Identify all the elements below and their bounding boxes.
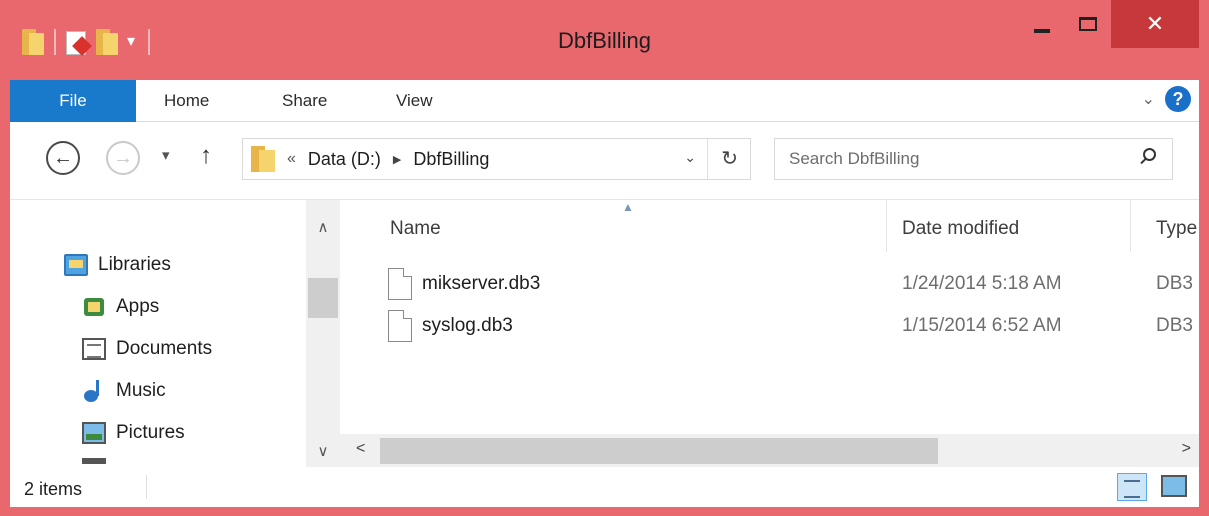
- file-date: 1/15/2014 6:52 AM: [902, 315, 1062, 336]
- nav-scrollbar[interactable]: ∧ ∨: [306, 200, 340, 467]
- nav-item-label: Libraries: [98, 254, 171, 275]
- up-button[interactable]: ↑: [200, 142, 212, 170]
- column-divider[interactable]: [1130, 200, 1131, 252]
- file-list: ▲ Name Date modified Type mikserver.db3 …: [340, 200, 1199, 467]
- pictures-icon: [82, 422, 106, 444]
- back-button[interactable]: ←: [46, 141, 80, 175]
- column-divider[interactable]: [886, 200, 887, 252]
- ribbon-right: ⌄ ?: [1142, 86, 1191, 112]
- documents-icon: [82, 338, 106, 360]
- search-icon[interactable]: [1138, 148, 1158, 168]
- close-icon: ✕: [1145, 11, 1165, 36]
- search-box[interactable]: Search DbfBilling: [774, 138, 1173, 180]
- nav-item-apps[interactable]: Apps: [82, 296, 159, 318]
- nav-item-libraries[interactable]: Libraries: [64, 254, 171, 276]
- minimize-icon: [1034, 29, 1050, 33]
- hscroll-thumb[interactable]: [380, 438, 938, 464]
- scroll-up-icon[interactable]: ∧: [306, 218, 340, 236]
- file-type: DB3 File: [1156, 315, 1199, 336]
- window-controls: ✕: [1019, 0, 1209, 48]
- forward-button[interactable]: →: [106, 141, 140, 175]
- address-dropdown-icon[interactable]: ⌄: [684, 149, 696, 166]
- forward-arrow-icon: →: [113, 146, 133, 169]
- minimize-button[interactable]: [1019, 0, 1065, 48]
- tab-file[interactable]: File: [10, 80, 136, 122]
- recent-locations-icon[interactable]: ▾: [162, 146, 170, 164]
- file-icon: [388, 310, 412, 342]
- breadcrumb-data-drive[interactable]: Data (D:): [308, 149, 381, 170]
- content-area: Libraries Apps Documents Music Pictures …: [10, 200, 1199, 467]
- sort-ascending-icon: ▲: [622, 200, 634, 214]
- file-date: 1/24/2014 5:18 AM: [902, 273, 1062, 294]
- navigation-pane: Libraries Apps Documents Music Pictures …: [10, 200, 340, 467]
- nav-item-pictures[interactable]: Pictures: [82, 422, 185, 444]
- file-icon: [388, 268, 412, 300]
- address-divider: [707, 139, 708, 179]
- libraries-icon: [64, 254, 88, 276]
- music-icon: [82, 380, 106, 402]
- navigation-bar: ← → ▾ ↑ « Data (D:) ▶ DbfBilling ⌄ ↻ Sea…: [10, 122, 1199, 200]
- file-row[interactable]: syslog.db3 1/15/2014 6:52 AM DB3 File: [388, 310, 1199, 346]
- breadcrumb-overflow[interactable]: «: [287, 150, 296, 168]
- file-name: syslog.db3: [422, 315, 513, 336]
- search-input[interactable]: Search DbfBilling: [789, 149, 919, 169]
- file-list-hscrollbar[interactable]: < >: [340, 434, 1199, 467]
- item-count: 2 items: [24, 479, 83, 499]
- nav-item-label: Pictures: [116, 422, 185, 443]
- refresh-icon[interactable]: ↻: [721, 146, 738, 171]
- nav-item-music[interactable]: Music: [82, 380, 166, 402]
- close-button[interactable]: ✕: [1111, 0, 1199, 48]
- help-icon[interactable]: ?: [1165, 86, 1191, 112]
- tab-share[interactable]: Share: [282, 80, 327, 122]
- status-divider: [146, 475, 147, 499]
- file-type: DB3 File: [1156, 273, 1199, 294]
- expand-ribbon-icon[interactable]: ⌄: [1142, 89, 1155, 109]
- breadcrumb-dbfbilling[interactable]: DbfBilling: [413, 149, 489, 170]
- column-header-date[interactable]: Date modified: [902, 218, 1019, 240]
- scroll-thumb[interactable]: [308, 278, 338, 318]
- tab-home[interactable]: Home: [164, 80, 209, 122]
- apps-icon: [82, 296, 106, 318]
- explorer-window: ▾ DbfBilling ✕ File Home Share View ⌄ ? …: [0, 0, 1209, 516]
- maximize-button[interactable]: [1065, 0, 1111, 48]
- folder-icon: [251, 146, 275, 172]
- maximize-icon: [1079, 17, 1097, 31]
- nav-item-documents[interactable]: Documents: [82, 338, 212, 360]
- videos-icon: [82, 458, 106, 464]
- file-name: mikserver.db3: [422, 273, 541, 294]
- file-row[interactable]: mikserver.db3 1/24/2014 5:18 AM DB3 File: [388, 268, 1199, 304]
- title-bar: ▾ DbfBilling ✕: [0, 0, 1209, 80]
- scroll-left-icon[interactable]: <: [356, 440, 365, 458]
- status-bar: 2 items: [10, 467, 1199, 507]
- scroll-down-icon[interactable]: ∨: [306, 442, 340, 460]
- column-header-name[interactable]: Name: [390, 218, 441, 240]
- back-arrow-icon: ←: [53, 146, 73, 169]
- tab-view[interactable]: View: [396, 80, 433, 122]
- nav-item-label: Apps: [116, 296, 160, 317]
- nav-item-label: Documents: [116, 338, 213, 359]
- breadcrumb-arrow-icon[interactable]: ▶: [393, 153, 401, 166]
- large-icons-view-icon[interactable]: [1161, 475, 1187, 497]
- ribbon: File Home Share View ⌄ ?: [10, 80, 1199, 122]
- details-view-icon[interactable]: [1117, 473, 1147, 501]
- scroll-right-icon[interactable]: >: [1182, 440, 1191, 458]
- nav-item-label: Music: [116, 380, 166, 401]
- column-header-type[interactable]: Type: [1156, 218, 1197, 240]
- address-bar[interactable]: « Data (D:) ▶ DbfBilling ⌄ ↻: [242, 138, 751, 180]
